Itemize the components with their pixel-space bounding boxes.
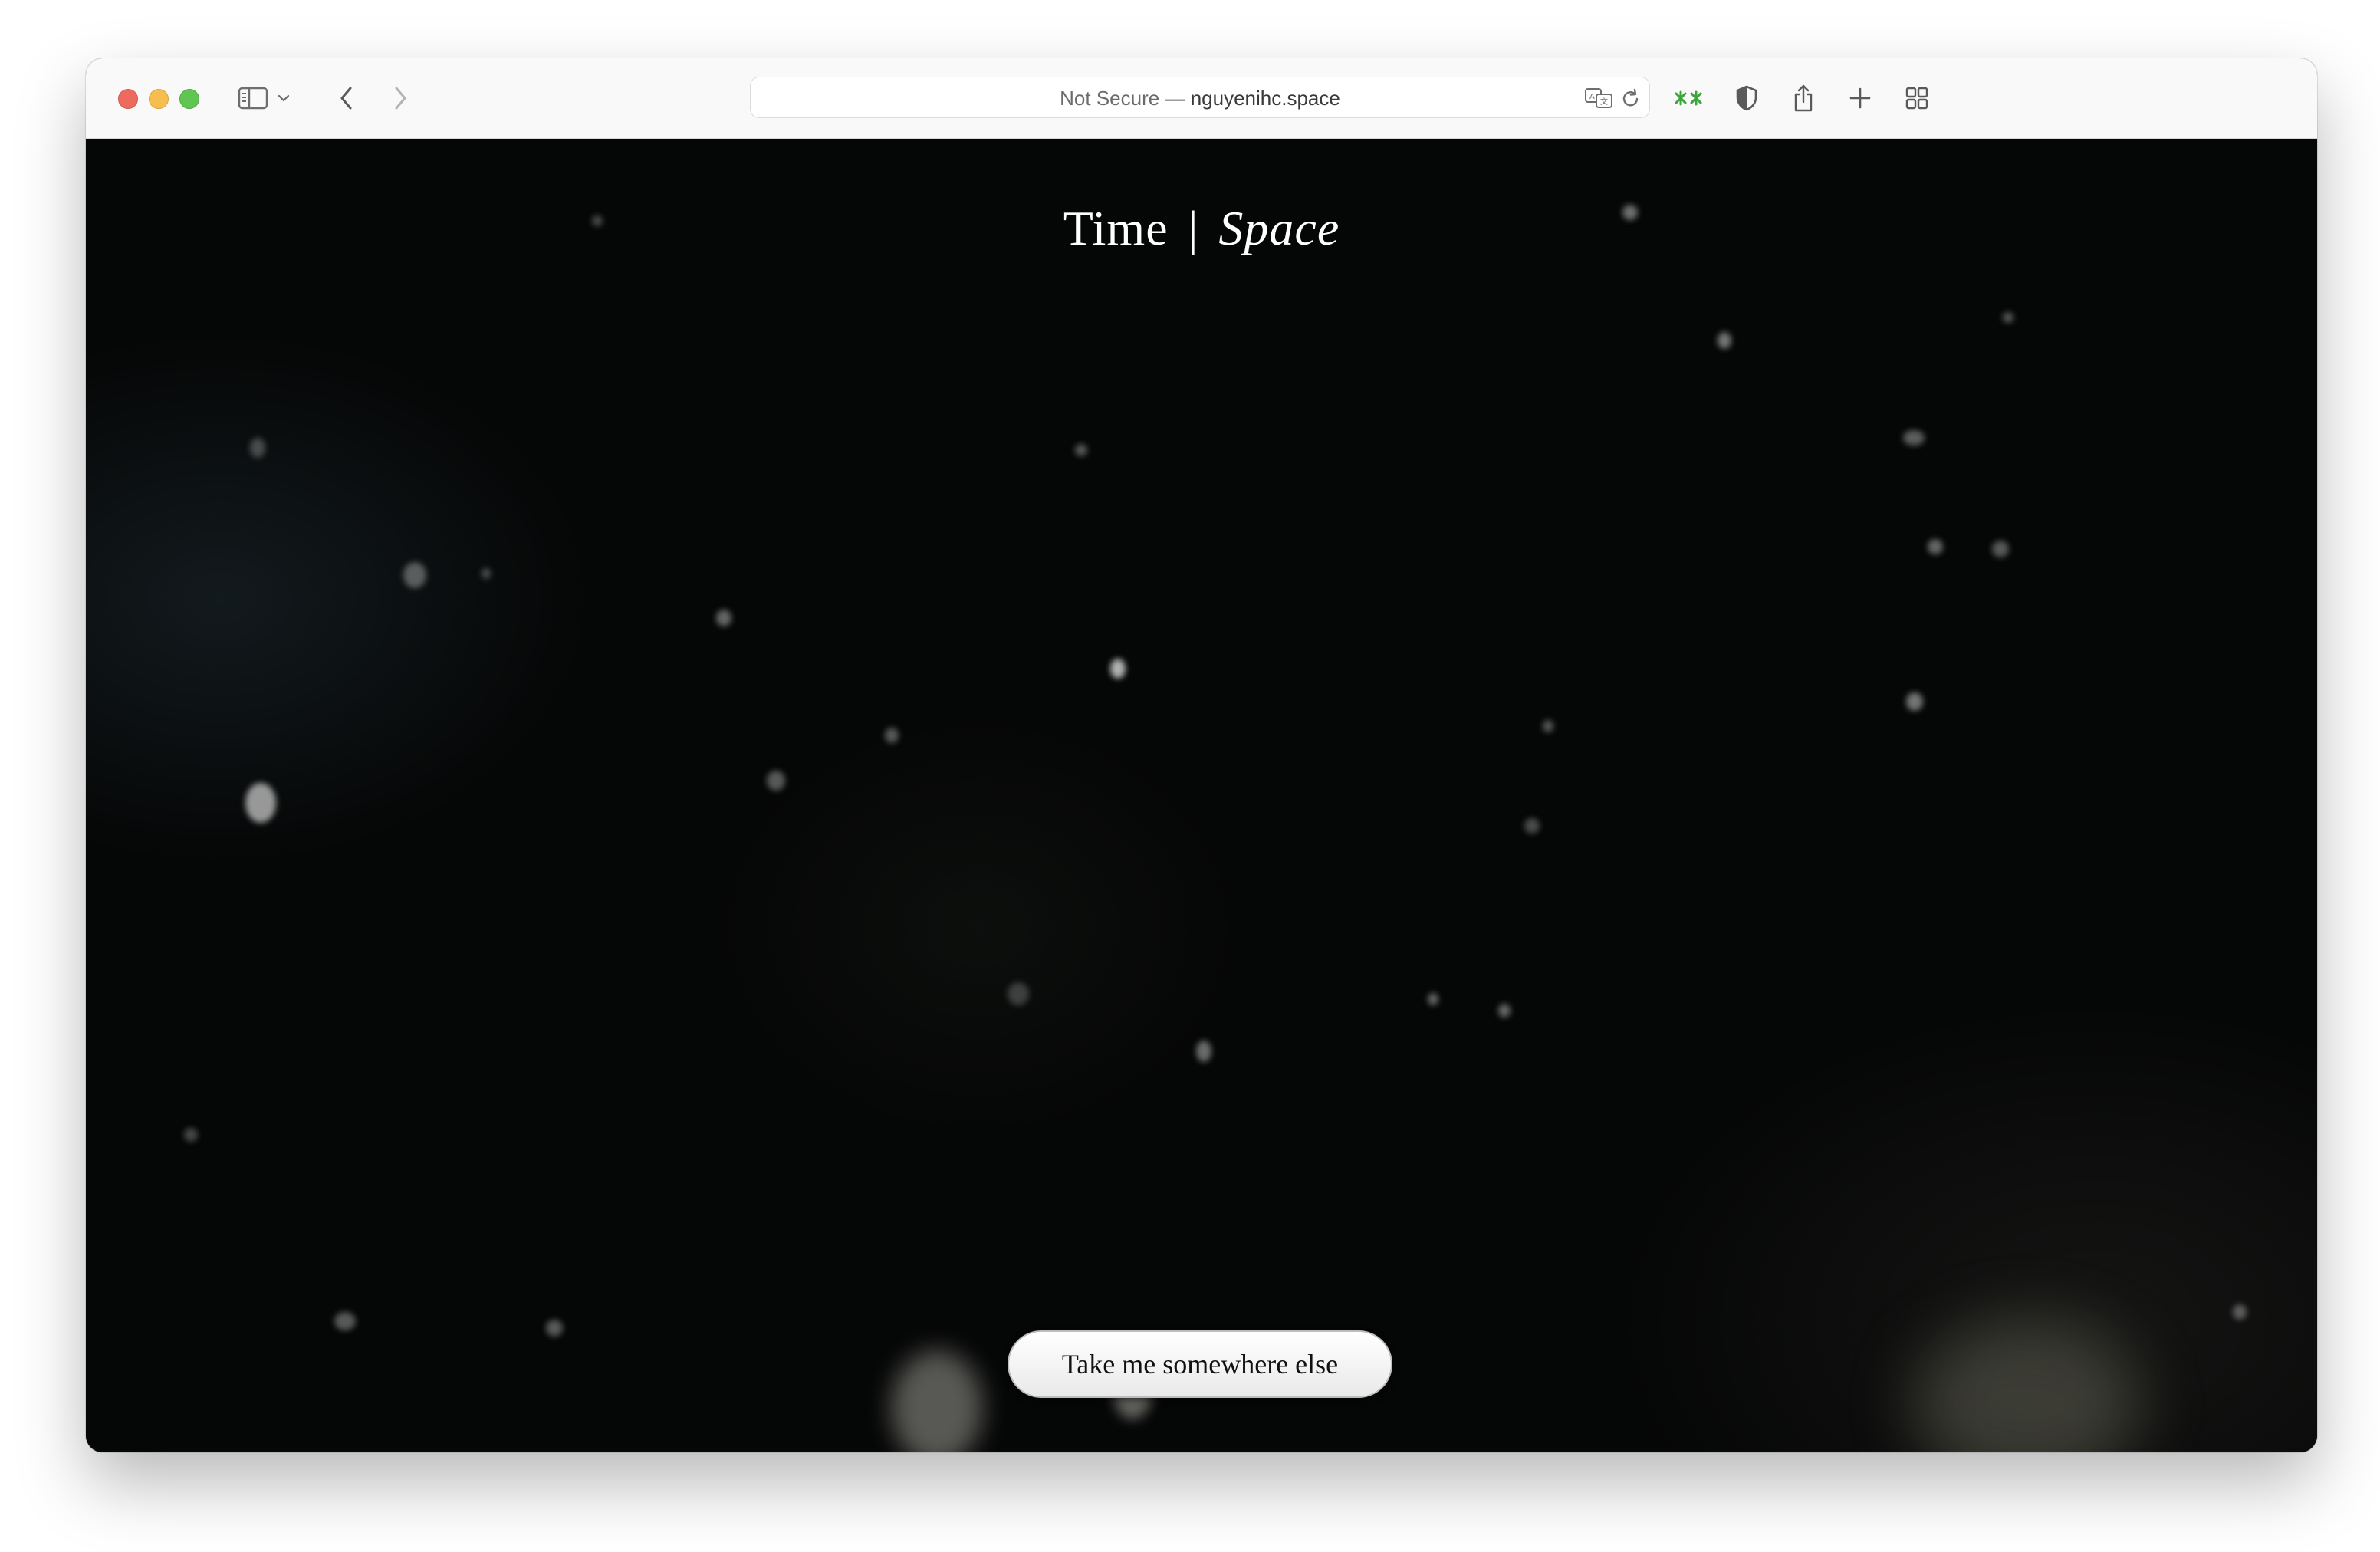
url-separator: —: [1165, 87, 1185, 110]
site-title: Time | Space: [86, 200, 2317, 257]
particle: [403, 562, 426, 588]
address-bar[interactable]: Not Secure — nguyenihc.space A 文: [750, 77, 1650, 118]
particle: [1903, 430, 1925, 446]
translate-icon[interactable]: A 文: [1582, 81, 1617, 116]
title-separator: |: [1188, 201, 1199, 255]
url-text: Not Secure — nguyenihc.space: [751, 77, 1649, 119]
forward-icon[interactable]: [382, 80, 419, 117]
share-icon[interactable]: [1785, 80, 1822, 117]
particle: [885, 728, 899, 743]
particle: [1524, 818, 1540, 834]
particle: [245, 783, 276, 823]
new-tab-icon[interactable]: [1842, 80, 1879, 117]
particle: [1110, 659, 1126, 679]
particle: [1196, 1041, 1211, 1062]
particle: [482, 568, 491, 579]
sidebar-icon[interactable]: [235, 80, 271, 117]
reload-icon[interactable]: [1616, 81, 1646, 116]
title-space: Space: [1218, 201, 1340, 255]
page-content: Time | Space Take me somewhere else: [86, 139, 2317, 1452]
particle: [891, 1350, 983, 1452]
extension-icon[interactable]: [1670, 80, 1707, 117]
privacy-shield-icon[interactable]: [1728, 80, 1765, 117]
tab-overview-icon[interactable]: [1898, 80, 1935, 117]
back-icon[interactable]: [328, 80, 365, 117]
particle: [1911, 1320, 2141, 1452]
take-me-somewhere-else-button[interactable]: Take me somewhere else: [1008, 1330, 1392, 1398]
particle: [716, 610, 731, 626]
minimize-window-button[interactable]: [149, 89, 169, 109]
close-window-button[interactable]: [118, 89, 138, 109]
particle: [2233, 1304, 2247, 1320]
particle: [1075, 444, 1087, 456]
particle: [1008, 982, 1029, 1005]
particle: [1498, 1004, 1511, 1018]
particle: [1928, 539, 1943, 554]
particle: [1992, 541, 2009, 557]
browser-toolbar: Not Secure — nguyenihc.space A 文: [86, 58, 2317, 139]
svg-text:文: 文: [1600, 97, 1608, 107]
maximize-window-button[interactable]: [179, 89, 199, 109]
url-domain: nguyenihc.space: [1190, 87, 1340, 110]
particle: [334, 1312, 356, 1330]
particle: [767, 771, 785, 791]
browser-window: Not Secure — nguyenihc.space A 文 Time | …: [86, 58, 2317, 1452]
particle: [1428, 993, 1438, 1005]
particle: [1718, 332, 1731, 349]
particle: [1906, 692, 1923, 711]
particle: [250, 438, 265, 458]
title-time: Time: [1063, 201, 1169, 255]
chevron-down-icon[interactable]: [273, 80, 294, 117]
url-security-label: Not Secure: [1060, 87, 1160, 110]
svg-text:A: A: [1589, 93, 1595, 101]
particle: [184, 1128, 198, 1142]
particle: [2003, 312, 2013, 323]
particle: [1543, 720, 1553, 732]
particle: [546, 1320, 563, 1337]
